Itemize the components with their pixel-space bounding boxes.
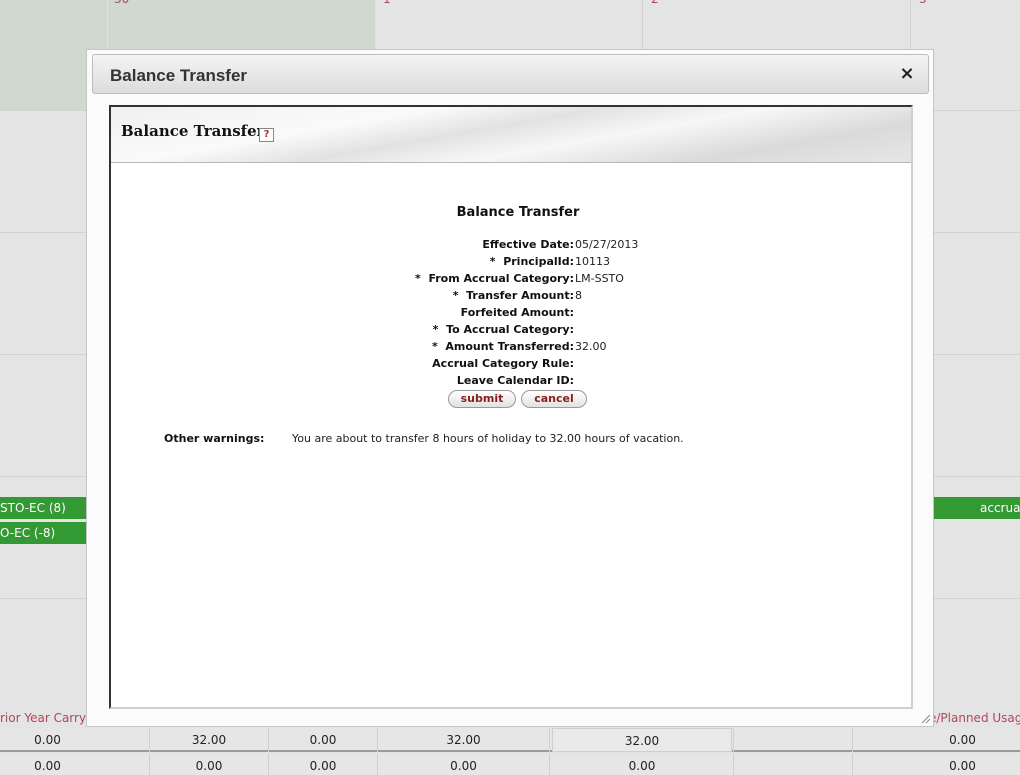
field-label: * PrincipalId: — [490, 253, 574, 270]
totals-cell: 32.00 — [191, 733, 227, 747]
field-label: Accrual Category Rule: — [432, 357, 574, 370]
field-value: 8 — [575, 289, 582, 302]
field-label: Effective Date: — [482, 238, 574, 251]
resize-handle-icon[interactable] — [921, 714, 931, 724]
balance-transfer-dialog: Balance Transfer × Balance Transfer ? Ba… — [86, 49, 934, 727]
field-value: 05/27/2013 — [575, 238, 639, 251]
totals-cell: 0.00 — [34, 733, 61, 747]
form-row: * Amount Transferred: 32.00 — [111, 338, 911, 355]
field-label: Leave Calendar ID: — [456, 374, 574, 387]
totals-cell: 0.00 — [34, 759, 61, 773]
field-label-text: Transfer Amount: — [466, 289, 574, 302]
calendar-event[interactable]: STO-EC (8) — [0, 497, 86, 519]
calendar-day-number: 2 — [651, 0, 659, 6]
warnings-label: Other warnings: — [164, 432, 265, 445]
dialog-titlebar[interactable]: Balance Transfer × — [92, 54, 929, 94]
totals-row: 0.00 32.00 0.00 32.00 32.00 0.00 — [0, 728, 1020, 752]
form-row: * From Accrual Category: LM-SSTO — [111, 270, 911, 287]
calendar-event[interactable]: O-EC (-8) — [0, 522, 86, 544]
totals-cell: 0.00 — [309, 759, 337, 773]
totals-cell: 0.00 — [450, 759, 477, 773]
field-label: Forfeited Amount: — [460, 306, 574, 319]
dialog-title: Balance Transfer — [110, 66, 248, 85]
calendar-day-number: 3 — [919, 0, 927, 6]
frame-title: Balance Transfer — [121, 122, 265, 140]
form-title: Balance Transfer — [456, 205, 580, 220]
field-label: * From Accrual Category: — [415, 270, 574, 287]
totals-cell: 0.00 — [195, 759, 223, 773]
required-marker: * — [415, 272, 429, 285]
summary-row-label: e/Planned Usage — [929, 711, 1020, 725]
totals-row: 0.00 0.00 0.00 0.00 0.00 0.00 — [0, 754, 1020, 775]
totals-cell: 32.00 — [552, 728, 732, 752]
cancel-button[interactable]: cancel — [521, 390, 587, 408]
field-label-text: From Accrual Category: — [428, 272, 574, 285]
field-value: LM-SSTO — [575, 272, 624, 285]
field-label: * To Accrual Category: — [433, 321, 574, 338]
close-icon[interactable]: × — [896, 62, 918, 86]
field-value: 32.00 — [575, 340, 607, 353]
calendar-day-number: 30 — [114, 0, 129, 6]
totals-cell: 0.00 — [628, 759, 656, 773]
totals-cell: 0.00 — [949, 759, 976, 773]
form-row: * Transfer Amount: 8 — [111, 287, 911, 304]
field-label-text: PrincipalId: — [503, 255, 574, 268]
form-row: Forfeited Amount: — [111, 304, 911, 321]
form-row: Leave Calendar ID: — [111, 372, 911, 389]
dialog-content-frame: Balance Transfer ? Balance Transfer Effe… — [109, 105, 913, 709]
totals-cell: 0.00 — [949, 733, 976, 747]
form-row: * PrincipalId: 10113 — [111, 253, 911, 270]
required-marker: * — [432, 323, 447, 336]
totals-cell — [734, 728, 852, 752]
calendar-day-number: 1 — [383, 0, 391, 6]
warnings-text: You are about to transfer 8 hours of hol… — [292, 432, 684, 445]
required-marker: * — [452, 289, 467, 302]
totals-cell: 0.00 — [309, 733, 337, 747]
totals-cell — [734, 754, 852, 775]
required-marker: * — [489, 255, 504, 268]
field-label: * Amount Transferred: — [432, 338, 574, 355]
calendar-event[interactable]: accrual — [934, 497, 1020, 519]
summary-row-label: rior Year Carryo — [0, 711, 94, 725]
required-marker: * — [431, 340, 446, 353]
frame-header: Balance Transfer ? — [111, 107, 911, 163]
form-row: * To Accrual Category: — [111, 321, 911, 338]
form-row: Effective Date: 05/27/2013 — [111, 236, 911, 253]
help-icon[interactable]: ? — [259, 128, 274, 142]
field-label: * Transfer Amount: — [453, 287, 574, 304]
field-label-text: To Accrual Category: — [446, 323, 574, 336]
form-row: Accrual Category Rule: — [111, 355, 911, 372]
field-value: 10113 — [575, 255, 610, 268]
submit-button[interactable]: submit — [448, 390, 516, 408]
field-label-text: Amount Transferred: — [445, 340, 574, 353]
totals-cell: 32.00 — [446, 733, 481, 747]
